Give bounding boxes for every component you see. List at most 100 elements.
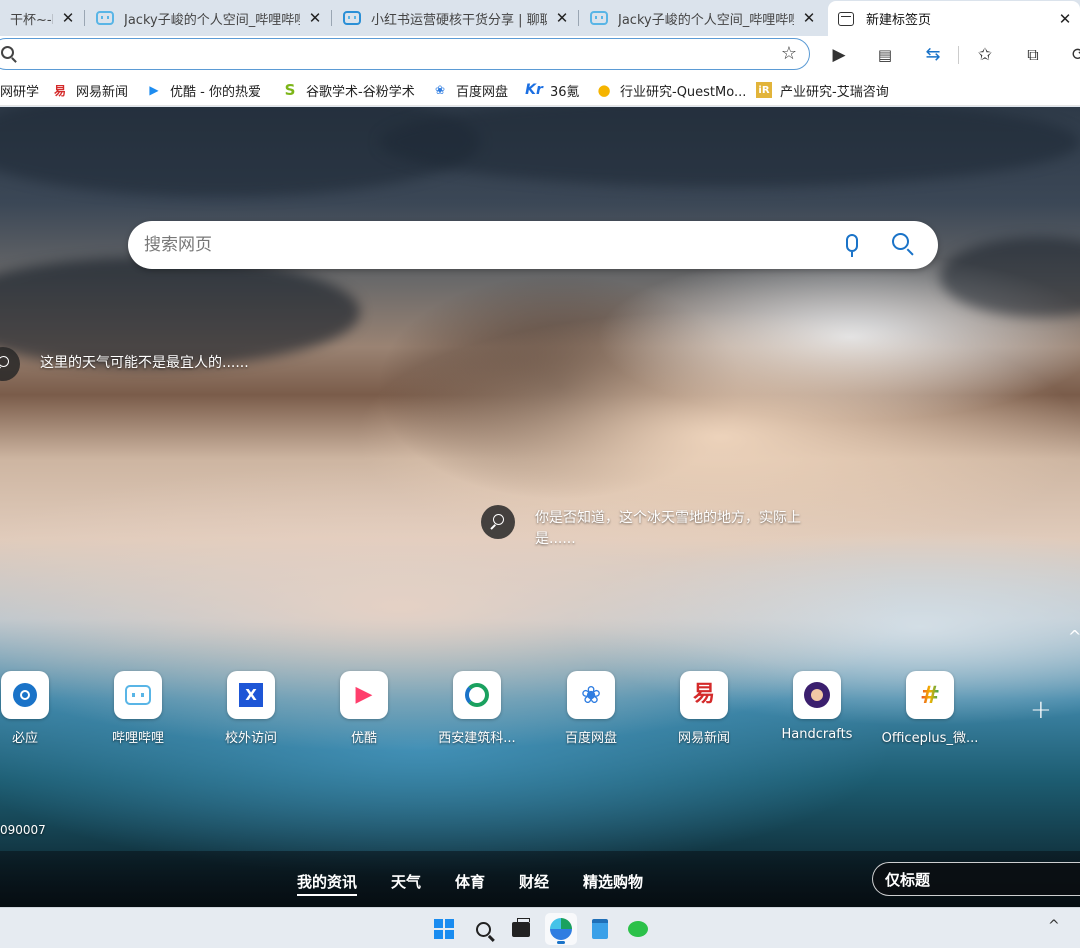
quick-link-tile[interactable]: ❀ 百度网盘 [541,671,641,746]
officeplus-icon: # [906,671,954,719]
netease-news-icon: 易 [53,83,66,98]
hotspot-text: 这里的天气可能不是最宜人的...... [40,355,249,371]
quick-link-tile[interactable]: 西安建筑科... [427,671,527,746]
questmobile-icon: ● [597,81,611,99]
notepad-icon[interactable] [584,913,616,945]
iresearch-icon: iR [756,82,772,98]
play-icon[interactable]: ▶ [826,42,852,68]
bookmark-item[interactable]: 易 网易新闻 [52,80,128,100]
close-icon[interactable]: ✕ [1058,10,1072,28]
address-input[interactable] [23,43,723,65]
tab-title: Jacky子峻的个人空间_哔哩哔哩 [618,12,794,28]
extensions-icon[interactable]: ⟳ [1066,42,1080,68]
quick-link-label: 哔哩哔哩 [111,731,164,746]
bookmark-label: 百度网盘 [456,84,509,100]
tab-2[interactable]: Jacky子峻的个人空间_哔哩哔哩 ✕ [86,3,330,33]
close-icon[interactable]: ✕ [802,9,816,27]
web-search-box[interactable] [128,221,938,269]
wechat-icon[interactable] [622,913,654,945]
bookmark-item[interactable]: Kr 36氪 [525,80,579,100]
bookmark-label: 网研学 [0,84,40,100]
image-hotspot[interactable]: 这里的天气可能不是最宜人的...... [0,347,249,381]
bookmark-item[interactable]: ▶ 优酷 - 你的热爱 [146,80,261,100]
add-favorite-icon[interactable]: ☆ [781,43,797,64]
bookmark-label: 优酷 - 你的热爱 [170,84,261,100]
task-view-icon[interactable] [505,913,537,945]
chevron-up-icon[interactable]: ^ [1068,627,1080,646]
quick-link-label: Handcrafts [781,727,853,742]
tab-1[interactable]: 干杯~-bili ✕ [0,3,83,33]
favorites-icon[interactable]: ✩ [972,42,998,68]
reader-view-icon[interactable]: ▤ [872,42,898,68]
bookmark-label: 产业研究-艾瑞咨询 [780,84,889,100]
quick-link-tile[interactable]: # Officeplus_微... [880,671,980,746]
tab-title: 干杯~-bili [10,12,53,28]
quick-link-tile[interactable]: 易 网易新闻 [654,671,754,746]
feed-tab-weather[interactable]: 天气 [391,871,421,892]
bookmark-item[interactable]: 网研学 [0,80,39,100]
hotspot-search-icon [481,505,515,539]
tab-title: 小红书运营硬核干货分享 | 聊聊 [371,12,547,28]
tab-divider [84,10,85,26]
address-bar[interactable]: ☆ [0,38,810,70]
quick-link-label: 百度网盘 [564,731,617,746]
taskbar-search-icon[interactable] [467,913,499,945]
quick-link-tile[interactable]: X 校外访问 [201,671,301,746]
feed-tab-my-feed[interactable]: 我的资讯 [297,871,358,896]
collections-icon[interactable]: ⧉ [1020,42,1046,68]
windows-taskbar: ^ [0,907,1080,948]
bookmark-item[interactable]: iR 产业研究-艾瑞咨询 [756,80,889,100]
microphone-icon[interactable] [846,234,858,257]
edge-icon[interactable] [545,913,577,945]
netease-news-icon: 易 [680,671,728,719]
new-tab-page-icon [838,11,854,26]
quick-link-label: 网易新闻 [677,731,730,746]
hotspot-text: 你是否知道，这个冰天雪地的地方，实际上是...... [535,510,801,547]
bing-icon [1,671,49,719]
bilibili-icon [114,671,162,719]
bookmark-item[interactable]: ● 行业研究-QuestMo... [596,80,746,100]
quick-link-tile[interactable]: Handcrafts [767,671,867,742]
quick-links: 必应 哔哩哔哩 X 校外访问 ▶ 优酷 西安建筑科... ❀ 百度网盘 易 网易… [0,671,1080,751]
bookmarks-bar: 网研学 易 网易新闻 ▶ 优酷 - 你的热爱 S 谷歌学术-谷粉学术 ❀ 百度网… [0,74,1080,106]
headings-only-button[interactable]: 仅标题 [872,862,1080,896]
bookmark-item[interactable]: S 谷歌学术-谷粉学术 [282,80,415,100]
tab-3[interactable]: 小红书运营硬核干货分享 | 聊聊 ✕ [333,3,577,33]
tab-strip: 干杯~-bili ✕ Jacky子峻的个人空间_哔哩哔哩 ✕ 小红书运营硬核干货… [0,0,1080,36]
feed-tab-sports[interactable]: 体育 [455,871,485,892]
quick-link-label: 优酷 [350,731,377,746]
search-icon[interactable] [892,233,909,250]
close-icon[interactable]: ✕ [61,9,75,27]
baidu-netdisk-icon: ❀ [434,83,446,97]
image-hotspot[interactable]: 你是否知道，这个冰天雪地的地方，实际上是...... [481,505,821,550]
add-quick-link-button[interactable]: + [1030,695,1052,725]
quick-link-tile[interactable]: 哔哩哔哩 [88,671,188,746]
bookmark-label: 网易新闻 [76,84,129,100]
chevron-up-icon[interactable]: ^ [1048,918,1060,934]
tab-4[interactable]: Jacky子峻的个人空间_哔哩哔哩 ✕ [580,3,824,33]
36kr-icon: Kr [525,82,543,98]
bilibili-icon [343,11,361,25]
scholar-icon: S [284,81,296,99]
youku-icon: ▶ [340,671,388,719]
cloud-shape [380,107,1080,187]
bilibili-icon [590,11,608,25]
new-tab-page-background: 这里的天气可能不是最宜人的...... 你是否知道，这个冰天雪地的地方，实际上是… [0,107,1080,907]
quick-link-tile[interactable]: 必应 [0,671,75,746]
close-icon[interactable]: ✕ [308,9,322,27]
feed-tab-finance[interactable]: 财经 [519,871,549,892]
quick-link-tile[interactable]: ▶ 优酷 [314,671,414,746]
search-input[interactable] [144,229,824,261]
baidu-netdisk-icon: ❀ [567,671,615,719]
bookmark-item[interactable]: ❀ 百度网盘 [432,80,508,100]
news-feed-bar: 我的资讯 天气 体育 财经 精选购物 仅标题 [0,851,1080,907]
sync-icon[interactable]: ⇆ [920,42,946,68]
tab-divider [331,10,332,26]
tab-new-tab[interactable]: 新建标签页 ✕ [828,1,1080,36]
start-icon[interactable] [428,913,460,945]
tab-divider [578,10,579,26]
close-icon[interactable]: ✕ [555,9,569,27]
quick-link-label: 校外访问 [224,731,277,746]
feed-tab-shopping[interactable]: 精选购物 [583,871,643,892]
quick-link-label: 必应 [11,731,38,746]
